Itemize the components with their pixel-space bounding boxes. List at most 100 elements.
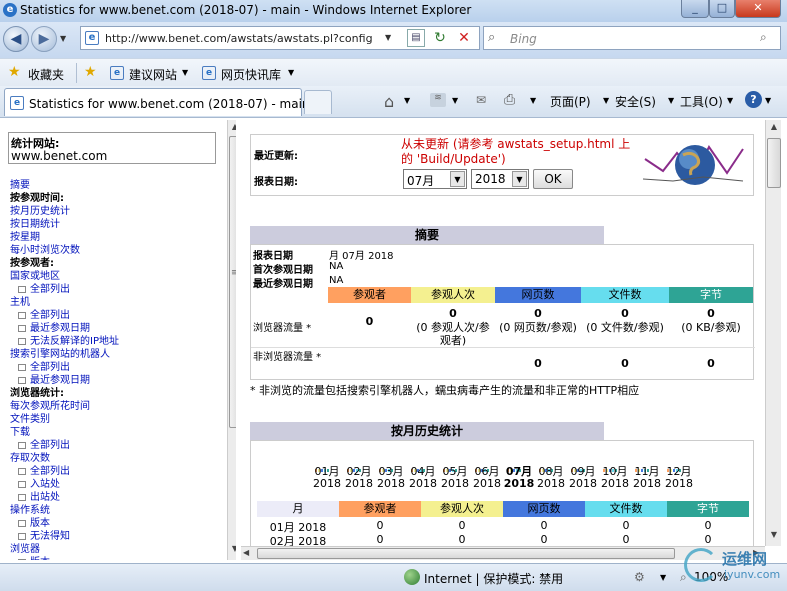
feeds-icon[interactable]: ≋: [430, 93, 446, 107]
back-button[interactable]: ◀: [3, 26, 29, 52]
compat-view-icon[interactable]: ▤: [407, 29, 425, 47]
web-slice-dropdown-icon[interactable]: ▼: [288, 68, 294, 77]
print-icon[interactable]: ⎙: [504, 92, 515, 108]
url-dropdown-icon[interactable]: ▼: [385, 33, 391, 42]
monthly-row-value: 0: [376, 519, 384, 532]
maximize-button[interactable]: □: [709, 0, 735, 18]
hscroll-left-icon[interactable]: ◀: [243, 548, 249, 557]
summary-title: 摘要: [414, 228, 439, 242]
print-dropdown-icon[interactable]: ▼: [530, 96, 536, 105]
sidebar-item-label: 全部列出: [30, 284, 70, 295]
monthly-header: 按月历史统计: [250, 422, 604, 440]
favorites-bar: ★ 收藏夹 ★ e 建议网站 ▼ e 网页快讯库 ▼: [0, 58, 787, 86]
tab-statistics[interactable]: e Statistics for www.benet.com (2018-07)…: [4, 88, 310, 116]
mail-icon[interactable]: ✉: [476, 93, 486, 107]
favorites-button[interactable]: 收藏夹: [28, 66, 64, 83]
month-year-label: 2018: [441, 477, 469, 490]
search-box[interactable]: ⌕ Bing ⌕: [483, 26, 781, 50]
add-favorite-icon[interactable]: ★: [84, 64, 97, 80]
tools-menu-dropdown-icon[interactable]: ▼: [727, 96, 733, 105]
feeds-dropdown-icon[interactable]: ▼: [452, 96, 458, 105]
page-menu-dropdown-icon[interactable]: ▼: [603, 96, 609, 105]
main-frame-scrollbar[interactable]: ▲ ▼: [765, 120, 781, 546]
sub-item-bullet-icon: [18, 376, 26, 384]
zone-dropdown-icon[interactable]: ▼: [660, 573, 666, 582]
viewed-subvalue: (0 参观人次/参观者): [416, 321, 490, 347]
page-menu[interactable]: 页面(P): [550, 93, 591, 110]
monthly-column-header: 月: [257, 501, 339, 517]
monthly-row-value: 0: [458, 533, 466, 546]
site-box: 统计网站: www.benet.com: [8, 132, 216, 164]
summary-row-value: 月 07月 2018: [329, 251, 394, 262]
month-year-label: 2018: [345, 477, 373, 490]
protected-mode-icon[interactable]: ⚙: [634, 570, 645, 584]
last-update-label: 最近更新:: [254, 151, 298, 162]
home-dropdown-icon[interactable]: ▼: [404, 96, 410, 105]
monthly-row-value: 0: [458, 519, 466, 532]
monthly-row-value: 0: [704, 519, 712, 532]
home-icon[interactable]: ⌂: [384, 92, 394, 111]
summary-column-header: 网页数: [495, 287, 581, 303]
watermark-logo: 运维网 iyunv.com: [684, 542, 784, 588]
viewed-value: 0: [365, 315, 374, 328]
month-year-label: 2018: [601, 477, 629, 490]
stop-icon[interactable]: ✕: [455, 29, 473, 47]
year-dropdown-icon[interactable]: ▼: [512, 171, 527, 187]
row-divider: [251, 347, 755, 348]
zone-text[interactable]: Internet | 保护模式: 禁用: [424, 570, 563, 587]
page-icon: e: [85, 31, 99, 45]
window-title: Statistics for www.benet.com (2018-07) -…: [20, 3, 472, 17]
tab-page-icon: e: [10, 96, 24, 110]
main-scroll-thumb[interactable]: [767, 138, 781, 188]
sidebar-item[interactable]: 版本: [18, 553, 50, 560]
web-slice-icon: e: [202, 66, 216, 80]
star-icon: ★: [8, 64, 21, 80]
web-slice-link[interactable]: 网页快讯库: [221, 66, 281, 83]
month-year-label: 2018: [537, 477, 565, 490]
notviewed-value: 0: [621, 357, 629, 370]
search-input[interactable]: Bing: [510, 32, 537, 46]
year-select-value: 2018: [475, 172, 506, 186]
forward-button[interactable]: ▶: [31, 26, 57, 52]
search-go-icon[interactable]: ⌕: [760, 30, 767, 45]
safety-menu-dropdown-icon[interactable]: ▼: [668, 96, 674, 105]
viewed-value: 0: [534, 307, 542, 320]
summary-box: 报表日期 月 07月 2018 首次参观日期 NA 最近参观日期 NA 参观者 参观人次 网页…: [250, 244, 755, 380]
address-field[interactable]: e http://www.benet.com/awstats/awstats.p…: [80, 26, 480, 50]
month-dropdown-icon[interactable]: ▼: [450, 171, 465, 187]
summary-column-header: 参观者: [328, 287, 411, 303]
help-dropdown-icon[interactable]: ▼: [765, 96, 771, 105]
suggested-sites-link[interactable]: 建议网站: [129, 66, 177, 83]
month-select[interactable]: 07月 ▼: [403, 169, 467, 189]
close-button[interactable]: ✕: [735, 0, 781, 18]
site-name: www.benet.com: [11, 149, 108, 163]
refresh-icon[interactable]: ↻: [431, 29, 449, 47]
history-dropdown-icon[interactable]: ▼: [60, 34, 66, 43]
month-year-label: 2018: [569, 477, 597, 490]
new-tab-button[interactable]: [304, 90, 332, 114]
help-icon[interactable]: ?: [745, 91, 762, 108]
summary-row-label: 报表日期: [253, 251, 293, 262]
viewed-value: 0: [449, 307, 457, 320]
watermark-icon: [684, 548, 718, 582]
month-year-label: 2018: [633, 477, 661, 490]
safety-menu[interactable]: 安全(S): [615, 93, 656, 110]
year-select[interactable]: 2018 ▼: [471, 169, 529, 189]
monthly-row-value: 0: [622, 533, 630, 546]
last-update-value: 从未更新 (请参考 awstats_setup.html 上的 'Build/U…: [401, 137, 631, 166]
monthly-box: 01月 2018 02月 2018 03月 2018 04月 2018 05月 2018 06月 20…: [250, 440, 754, 560]
internet-zone-icon: [404, 569, 420, 585]
suggested-sites-dropdown-icon[interactable]: ▼: [182, 68, 188, 77]
main-scroll-up-icon[interactable]: ▲: [766, 122, 782, 136]
ok-button[interactable]: OK: [533, 169, 573, 189]
notviewed-traffic-label: 非浏览器流量 *: [253, 352, 322, 363]
minimize-button[interactable]: _: [681, 0, 709, 18]
hscroll-thumb[interactable]: [257, 548, 675, 559]
monthly-row-value: 0: [540, 533, 548, 546]
tools-menu[interactable]: 工具(O): [680, 93, 723, 110]
viewed-subvalue: (0 文件数/参观): [586, 321, 664, 334]
sidebar-item-label: 版本: [30, 557, 50, 560]
url-text[interactable]: http://www.benet.com/awstats/awstats.pl?…: [105, 32, 381, 45]
sub-item-bullet-icon: [18, 519, 26, 527]
viewed-value: 0: [707, 307, 715, 320]
